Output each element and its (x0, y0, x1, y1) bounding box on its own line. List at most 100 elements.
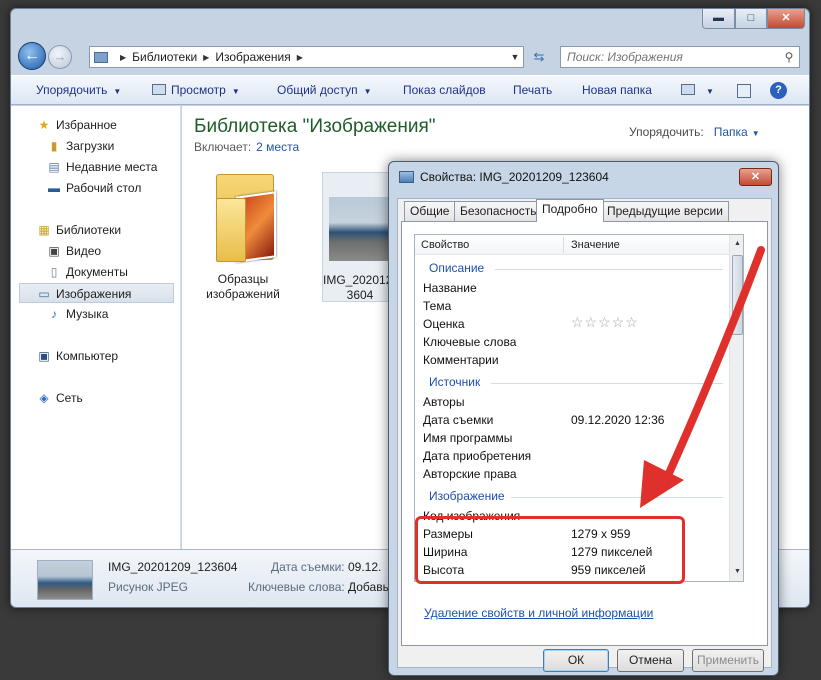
print-button[interactable]: Печать (513, 83, 552, 97)
documents-icon: ▯ (50, 265, 58, 279)
scroll-up-icon[interactable]: ▲ (731, 237, 743, 251)
back-button[interactable]: ← (18, 42, 46, 70)
chevron-down-icon: ▼ (231, 87, 240, 96)
breadcrumb-pictures[interactable]: Изображения (215, 50, 290, 64)
chevron-down-icon: ▼ (706, 87, 714, 96)
nav-music[interactable]: ♪ Музыка (47, 304, 108, 324)
details-thumbnail (37, 560, 93, 600)
arrange-label: Упорядочить: (629, 125, 704, 139)
nav-recent[interactable]: ▤ Недавние места (47, 157, 157, 177)
file-label: IMG_20201209 3604 (323, 273, 406, 303)
change-view-button[interactable]: ▼ (681, 83, 714, 97)
column-header-value[interactable]: Значение (571, 239, 620, 251)
details-keywords-value[interactable]: Добавь (348, 580, 389, 594)
breadcrumb-libraries[interactable]: Библиотеки (132, 50, 197, 64)
chevron-down-icon: ▼ (751, 129, 760, 138)
share-label: Общий доступ (277, 83, 358, 97)
organize-button[interactable]: Упорядочить ▼ (36, 83, 121, 97)
prop-date-taken-value[interactable]: 09.12.2020 12:36 (571, 413, 664, 427)
nav-label: Видео (66, 244, 102, 258)
organize-label: Упорядочить (36, 83, 108, 97)
preview-pane-icon[interactable] (737, 84, 751, 98)
ok-button[interactable]: ОК (543, 649, 609, 672)
tab-details[interactable]: Подробно (536, 199, 604, 222)
minimize-button[interactable]: ▬ (702, 9, 735, 29)
share-button[interactable]: Общий доступ ▼ (277, 83, 372, 97)
breadcrumb-separator-icon: ▶ (296, 52, 303, 62)
details-keywords-label: Ключевые слова: (248, 580, 345, 594)
search-box[interactable]: ⚲ (560, 46, 800, 68)
tab-general[interactable]: Общие (404, 201, 456, 221)
maximize-button[interactable]: □ (735, 9, 767, 29)
prop-rating: Оценка (423, 317, 465, 331)
navigation-pane: ★ Избранное ▮ Загрузки ▤ Недавние места ▬ Ра… (11, 106, 181, 549)
command-bar: Упорядочить ▼ Просмотр ▼ Общий доступ ▼ Пок… (11, 75, 809, 105)
prop-comments: Комментарии (423, 353, 499, 367)
scroll-thumb[interactable] (732, 255, 743, 335)
remove-properties-link[interactable]: Удаление свойств и личной информации (424, 606, 653, 620)
file-img-20201209[interactable]: IMG_20201209 3604 (322, 172, 406, 303)
property-list-header: Свойство Значение (415, 235, 729, 255)
minimize-icon: ▬ (713, 12, 724, 24)
nav-label: Компьютер (56, 349, 119, 363)
nav-libraries[interactable]: ▦ Библиотеки (37, 220, 121, 240)
close-icon: ✕ (750, 171, 761, 183)
help-icon[interactable]: ? (770, 82, 787, 99)
search-input[interactable] (567, 50, 767, 64)
property-list[interactable]: Свойство Значение Описание Название Тема… (414, 234, 744, 582)
arrange-by-link[interactable]: Папка (714, 125, 748, 139)
prop-width-value: 1279 пикселей (571, 545, 653, 559)
libraries-icon: ▦ (38, 223, 50, 237)
address-bar[interactable]: ▶ Библиотеки ▶ Изображения ▶ ▼ (89, 46, 524, 68)
scroll-down-icon[interactable]: ▼ (731, 565, 743, 579)
cancel-button[interactable]: Отмена (617, 649, 684, 672)
prop-date-taken: Дата съемки (423, 413, 494, 427)
downloads-icon: ▮ (50, 139, 58, 153)
nav-favorites[interactable]: ★ Избранное (37, 115, 117, 135)
prop-title: Название (423, 281, 477, 295)
nav-label: Рабочий стол (66, 181, 142, 195)
refresh-button[interactable]: ⇆ (528, 46, 550, 68)
file-label-line: изображений (206, 287, 280, 301)
property-list-scrollbar[interactable]: ▲ ▼ (729, 235, 743, 581)
apply-button: Применить (692, 649, 764, 672)
dialog-close-button[interactable]: ✕ (739, 168, 772, 186)
group-image: Изображение (429, 489, 505, 503)
view-button[interactable]: Просмотр ▼ (152, 83, 240, 97)
library-includes: Включает: 2 места (194, 140, 299, 154)
nav-computer[interactable]: ▣ Компьютер (37, 346, 118, 366)
rating-stars-icon[interactable]: ☆☆☆☆☆ (571, 314, 639, 331)
nav-video[interactable]: ▣ Видео (47, 241, 101, 261)
nav-documents[interactable]: ▯ Документы (47, 262, 128, 282)
prop-subject: Тема (423, 299, 452, 313)
nav-downloads[interactable]: ▮ Загрузки (47, 136, 115, 156)
prop-height-value: 959 пикселей (571, 563, 646, 577)
prop-width: Ширина (423, 545, 468, 559)
includes-locations-link[interactable]: 2 места (256, 140, 299, 154)
chevron-down-icon: ▼ (363, 87, 372, 96)
address-dropdown-icon[interactable]: ▼ (507, 52, 523, 62)
tab-previous-versions[interactable]: Предыдущие версии (601, 201, 729, 221)
nav-pictures[interactable]: ▭ Изображения (19, 283, 174, 303)
view-label: Просмотр (171, 83, 226, 97)
nav-network[interactable]: ◈ Сеть (37, 388, 82, 408)
new-folder-button[interactable]: Новая папка (582, 83, 652, 97)
column-divider[interactable] (563, 237, 564, 253)
tab-security[interactable]: Безопасность (454, 201, 543, 221)
search-icon[interactable]: ⚲ (779, 50, 799, 64)
nav-label: Документы (66, 265, 128, 279)
library-title: Библиотека "Изображения" (194, 116, 436, 137)
nav-desktop[interactable]: ▬ Рабочий стол (47, 178, 141, 198)
details-date-label: Дата съемки: (271, 560, 345, 574)
details-file-type: Рисунок JPEG (108, 580, 188, 594)
details-tab-panel: Свойство Значение Описание Название Тема… (401, 221, 768, 646)
forward-button[interactable]: → (48, 45, 72, 69)
close-button[interactable]: ✕ (767, 9, 805, 29)
breadcrumb-separator-icon: ▶ (120, 52, 127, 62)
slideshow-button[interactable]: Показ слайдов (403, 83, 486, 97)
forward-arrow-icon: → (53, 49, 67, 64)
details-date-value[interactable]: 09.12. (348, 560, 381, 574)
column-header-property[interactable]: Свойство (421, 239, 469, 251)
prop-program-name: Имя программы (423, 431, 513, 445)
prop-height: Высота (423, 563, 465, 577)
